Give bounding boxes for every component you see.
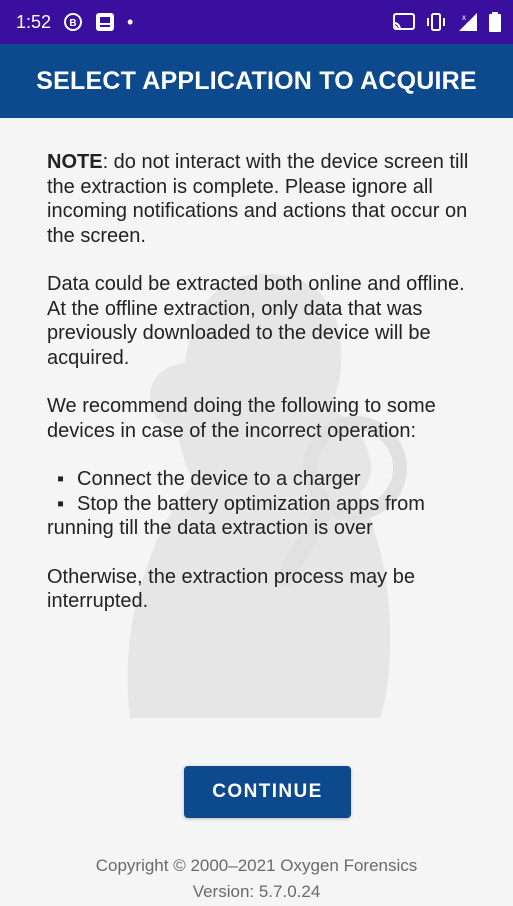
recommendation-list: ▪ Connect the device to a charger ▪ Stop t…: [47, 467, 487, 541]
recommend-paragraph: We recommend doing the following to some…: [47, 395, 436, 442]
copyright-text: Copyright © 2000–2021 Oxygen Forensics: [95, 856, 418, 875]
online-offline-line-2: At the offline extraction, only data tha…: [47, 297, 431, 369]
svg-text:B: B: [69, 18, 76, 29]
status-time: 1:52: [16, 11, 52, 32]
note-label: NOTE: [47, 151, 103, 173]
list-item: ▪ Connect the device to a charger: [47, 467, 487, 492]
svg-text:x: x: [462, 13, 466, 22]
list-item: ▪ Stop the battery optimization apps from…: [47, 492, 487, 541]
list-item-text: Connect the device to a charger: [77, 468, 361, 490]
b-circle-icon: B: [63, 12, 83, 32]
otherwise-paragraph: Otherwise, the extraction process may be…: [47, 565, 415, 613]
vibrate-icon: [425, 12, 447, 32]
note-paragraph: NOTE: do not interact with the device sc…: [47, 150, 487, 248]
cast-icon: [393, 12, 415, 32]
status-dot: •: [127, 11, 134, 32]
app-bar: SELECT APPLICATION TO ACQUIRE: [0, 44, 513, 118]
version-text: Version: 5.7.0.24: [192, 882, 321, 901]
bullet-marker: ▪: [57, 492, 65, 515]
battery-icon: [489, 12, 501, 32]
main-content: NOTE: do not interact with the device sc…: [0, 118, 513, 906]
page-title: SELECT APPLICATION TO ACQUIRE: [36, 66, 477, 95]
message-icon: [95, 12, 115, 32]
footer: Copyright © 2000–2021 Oxygen Forensics V…: [0, 853, 513, 905]
note-text: : do not interact with the device screen…: [47, 151, 469, 247]
signal-icon: x: [457, 12, 479, 32]
list-item-text: Stop the battery optimization apps from …: [47, 492, 425, 540]
online-offline-line-1: Data could be extracted both online and …: [47, 273, 465, 295]
online-offline-paragraph: Data could be extracted both online and …: [47, 272, 487, 370]
continue-button[interactable]: CONTINUE: [184, 766, 351, 818]
status-bar: 1:52 B • x: [0, 0, 513, 44]
bullet-marker: ▪: [57, 468, 65, 490]
